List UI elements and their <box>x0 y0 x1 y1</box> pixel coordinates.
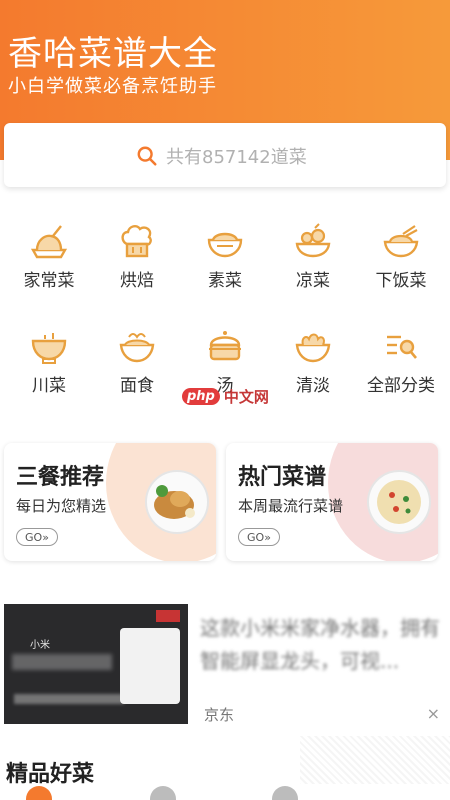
light-dish-icon <box>295 333 331 363</box>
chef-hat-icon <box>121 224 152 258</box>
category-light[interactable]: 清淡 <box>270 325 356 396</box>
category-label: 下饭菜 <box>375 271 427 291</box>
category-baking[interactable]: 烘焙 <box>94 220 180 291</box>
search-placeholder: 共有857142道菜 <box>166 147 307 168</box>
category-sichuan[interactable]: 川菜 <box>6 325 92 396</box>
category-label: 全部分类 <box>367 376 435 396</box>
soup-icon <box>209 331 241 361</box>
list-search-icon <box>387 335 417 359</box>
water-purifier-image <box>120 628 180 704</box>
discover-tab-icon[interactable] <box>150 786 176 800</box>
category-cold-dish[interactable]: 凉菜 <box>270 220 356 291</box>
category-label: 家常菜 <box>23 271 75 291</box>
site-watermark: php 中文网 <box>182 386 269 407</box>
ad-text: 这款小米米家净水器，拥有智能屏显龙头，可视... <box>200 616 440 673</box>
dish-image <box>145 470 209 534</box>
ad-banner[interactable]: 小米 这款小米米家净水器，拥有智能屏显龙头，可视... 京东 × <box>4 604 446 724</box>
category-label: 清淡 <box>296 376 330 396</box>
watermark-logo: php <box>182 388 220 405</box>
category-label: 川菜 <box>32 376 66 396</box>
noodles-icon <box>119 333 155 363</box>
rice-bowl-icon <box>383 225 419 258</box>
go-button[interactable]: GO» <box>16 528 58 546</box>
category-noodles[interactable]: 面食 <box>94 325 180 396</box>
app-subtitle: 小白学做菜必备烹饪助手 <box>8 76 217 97</box>
home-dish-icon <box>30 225 68 259</box>
close-icon[interactable]: × <box>427 704 440 723</box>
ad-source: 京东 <box>204 706 235 724</box>
home-tab-icon[interactable] <box>26 786 52 800</box>
search-field[interactable]: 共有857142道菜 <box>136 143 307 169</box>
ad-image-text: 小米 <box>30 640 50 651</box>
veg-bowl-icon <box>207 232 243 258</box>
search-bar[interactable]: 共有857142道菜 <box>4 123 446 187</box>
category-grid: 家常菜 烘焙 素菜 凉菜 下饭菜 川菜 面食 汤 清淡 全部分类 <box>0 220 450 396</box>
category-label: 凉菜 <box>296 271 330 291</box>
category-label: 素菜 <box>208 271 242 291</box>
card-title: 三餐推荐 <box>16 465 105 490</box>
cold-dish-icon <box>295 223 331 258</box>
search-icon <box>137 146 157 166</box>
ad-image: 小米 <box>4 604 188 724</box>
watermark-text: 中文网 <box>223 388 269 406</box>
card-title: 热门菜谱 <box>238 465 327 490</box>
bottom-tab-bar <box>0 784 450 800</box>
category-home-dish[interactable]: 家常菜 <box>6 220 92 291</box>
card-desc: 本周最流行菜谱 <box>238 497 344 515</box>
hot-recipes-card[interactable]: 热门菜谱 本周最流行菜谱 GO» <box>226 443 438 561</box>
category-label: 烘焙 <box>120 271 154 291</box>
category-all[interactable]: 全部分类 <box>358 325 444 396</box>
favorites-tab-icon[interactable] <box>272 786 298 800</box>
card-desc: 每日为您精选 <box>16 497 107 515</box>
app-screen: 香哈菜谱大全 小白学做菜必备烹饪助手 共有857142道菜 家常菜 烘焙 素菜 … <box>0 0 450 800</box>
app-title: 香哈菜谱大全 <box>8 34 218 74</box>
pot-icon <box>31 333 67 364</box>
meal-recommend-card[interactable]: 三餐推荐 每日为您精选 GO» <box>4 443 216 561</box>
dish-image <box>367 470 431 534</box>
category-rice-dish[interactable]: 下饭菜 <box>358 220 444 291</box>
category-vegetarian[interactable]: 素菜 <box>182 220 268 291</box>
category-label: 面食 <box>120 376 154 396</box>
go-button[interactable]: GO» <box>238 528 280 546</box>
